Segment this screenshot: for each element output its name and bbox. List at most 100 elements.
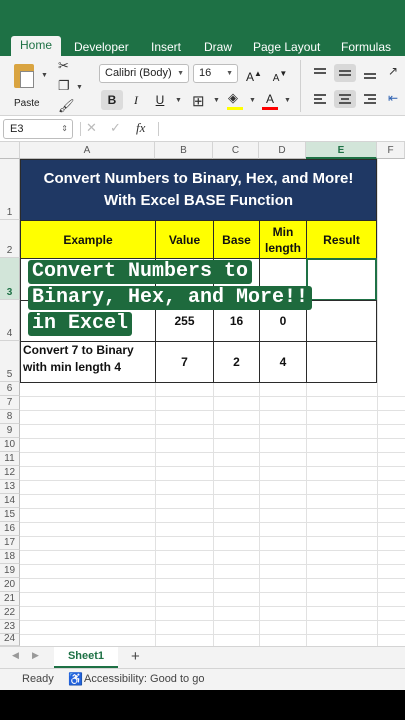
caption-line-3: in Excel xyxy=(28,312,133,336)
row-header-7[interactable]: 7 xyxy=(0,396,20,410)
cell-a5[interactable]: Convert 7 to Binary with min length 4 xyxy=(20,341,156,383)
row-header-20[interactable]: 20 xyxy=(0,578,20,592)
cell-e5[interactable] xyxy=(306,341,377,383)
row-header-17[interactable]: 17 xyxy=(0,536,20,550)
row-header-5[interactable]: 5 xyxy=(0,341,20,382)
font-name-select[interactable]: Calibri (Body) ▼ xyxy=(99,64,189,83)
row-header-11[interactable]: 11 xyxy=(0,452,20,466)
select-all-corner[interactable] xyxy=(0,142,20,159)
align-center-button[interactable] xyxy=(334,90,356,108)
row-number: 23 xyxy=(3,621,16,632)
fill-color-dropdown-icon[interactable]: ▼ xyxy=(249,97,256,104)
cell-c5[interactable]: 2 xyxy=(213,341,260,383)
row-header-2[interactable]: 2 xyxy=(0,220,20,258)
gridline xyxy=(20,494,405,495)
column-header-e[interactable]: E xyxy=(306,142,377,159)
row-header-9[interactable]: 9 xyxy=(0,424,20,438)
header-min-length[interactable]: Min length xyxy=(259,220,307,259)
column-header-c[interactable]: C xyxy=(213,142,259,159)
orientation-icon[interactable]: ↗ xyxy=(388,64,398,78)
row-header-18[interactable]: 18 xyxy=(0,550,20,564)
row-header-13[interactable]: 13 xyxy=(0,480,20,494)
row-header-14[interactable]: 14 xyxy=(0,494,20,508)
column-header-d[interactable]: D xyxy=(259,142,306,159)
next-sheet-icon[interactable]: ▶ xyxy=(32,650,39,661)
copy-dropdown-icon[interactable]: ▼ xyxy=(76,84,83,91)
row-header-8[interactable]: 8 xyxy=(0,410,20,424)
gridline xyxy=(20,634,405,635)
row-header-6[interactable]: 6 xyxy=(0,382,20,396)
accessibility-icon[interactable]: ♿ xyxy=(68,669,83,689)
tab-developer[interactable]: Developer xyxy=(74,38,129,56)
row-header-24[interactable]: 24 xyxy=(0,633,20,646)
row-number: 20 xyxy=(3,579,16,590)
row-header-15[interactable]: 15 xyxy=(0,508,20,522)
row-header-4[interactable]: 4 xyxy=(0,300,20,341)
header-value[interactable]: Value xyxy=(155,220,214,259)
row-header-12[interactable]: 12 xyxy=(0,466,20,480)
row-header-19[interactable]: 19 xyxy=(0,564,20,578)
cell-b5[interactable]: 7 xyxy=(155,341,214,383)
align-left-button[interactable] xyxy=(309,90,331,108)
tab-page-layout[interactable]: Page Layout xyxy=(253,38,320,56)
align-middle-button[interactable] xyxy=(334,64,356,82)
title-line-2: With Excel BASE Function xyxy=(103,192,294,209)
row-header-1[interactable]: 1 xyxy=(0,159,20,220)
align-bottom-button[interactable] xyxy=(359,64,381,82)
bold-button[interactable]: B xyxy=(101,90,123,110)
italic-button[interactable]: I xyxy=(126,90,146,110)
row-header-16[interactable]: 16 xyxy=(0,522,20,536)
caption-line-1: Convert Numbers to xyxy=(28,260,253,284)
column-header-a[interactable]: A xyxy=(20,142,155,159)
tab-insert[interactable]: Insert xyxy=(151,38,181,56)
align-top-button[interactable] xyxy=(309,64,331,82)
tab-draw[interactable]: Draw xyxy=(204,38,232,56)
row-number: 3 xyxy=(6,287,13,298)
title-cell[interactable]: Convert Numbers to Binary, Hex, and More… xyxy=(20,159,377,221)
name-box[interactable]: E3 ⇕ xyxy=(3,119,73,139)
underline-button[interactable]: U xyxy=(150,90,170,110)
row-header-22[interactable]: 22 xyxy=(0,606,20,620)
grow-font-button[interactable]: A▲ xyxy=(244,64,264,84)
row-header-3[interactable]: 3 xyxy=(0,258,20,300)
font-color-swatch xyxy=(262,107,278,110)
row-header-23[interactable]: 23 xyxy=(0,620,20,634)
tab-home[interactable]: Home xyxy=(11,36,62,56)
fx-icon[interactable]: fx xyxy=(136,120,145,136)
shrink-font-button[interactable]: A▼ xyxy=(270,64,290,84)
font-color-button[interactable]: A xyxy=(262,89,278,109)
paste-dropdown-icon[interactable]: ▼ xyxy=(41,72,48,79)
header-base[interactable]: Base xyxy=(213,220,260,259)
format-painter-icon[interactable]: 🖌 xyxy=(58,98,75,114)
tab-formulas[interactable]: Formulas xyxy=(341,38,391,56)
row-number: 11 xyxy=(4,453,15,464)
borders-icon[interactable]: ⊞ xyxy=(192,92,205,110)
header-example[interactable]: Example xyxy=(20,220,156,259)
scissors-icon[interactable]: ✂ xyxy=(58,58,69,74)
row-header-21[interactable]: 21 xyxy=(0,592,20,606)
prev-sheet-icon[interactable]: ◀ xyxy=(12,650,19,661)
status-accessibility[interactable]: Accessibility: Good to go xyxy=(84,669,204,689)
column-header-b[interactable]: B xyxy=(155,142,213,159)
sheet-tab-sheet1[interactable]: Sheet1 xyxy=(54,647,118,668)
align-right-button[interactable] xyxy=(359,90,381,108)
font-color-dropdown-icon[interactable]: ▼ xyxy=(284,97,291,104)
cell-e4[interactable] xyxy=(306,300,377,342)
cell-d5[interactable]: 4 xyxy=(259,341,307,383)
gridline xyxy=(20,550,405,551)
paste-button[interactable]: Paste xyxy=(8,62,52,110)
borders-dropdown-icon[interactable]: ▼ xyxy=(213,97,220,104)
enter-icon[interactable]: ✓ xyxy=(110,120,121,136)
cell-e3-selected[interactable] xyxy=(306,258,377,301)
font-size-select[interactable]: 16 ▼ xyxy=(193,64,238,83)
cancel-icon[interactable]: ✕ xyxy=(86,120,97,136)
fill-color-icon[interactable]: ◈ xyxy=(228,90,238,106)
add-sheet-button[interactable]: + xyxy=(131,648,140,665)
copy-icon[interactable]: ❐ xyxy=(58,78,70,94)
column-header-f[interactable]: F xyxy=(377,142,405,159)
decrease-indent-icon[interactable]: ⇤ xyxy=(388,91,398,105)
underline-dropdown-icon[interactable]: ▼ xyxy=(175,97,182,104)
header-result[interactable]: Result xyxy=(306,220,377,259)
row-header-10[interactable]: 10 xyxy=(0,438,20,452)
gridline xyxy=(20,578,405,579)
